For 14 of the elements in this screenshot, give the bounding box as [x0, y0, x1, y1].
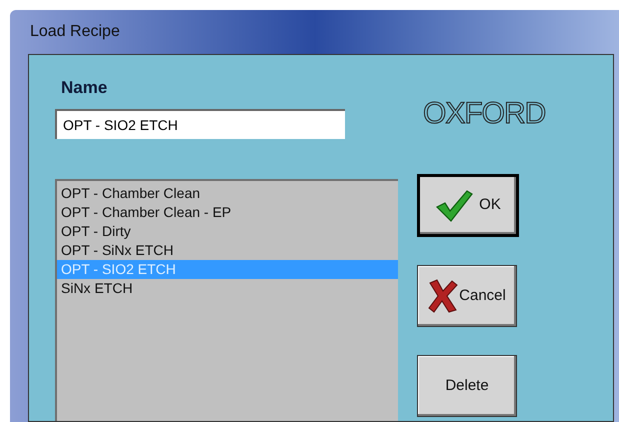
delete-button[interactable]: Delete — [417, 355, 517, 417]
name-label: Name — [61, 77, 108, 99]
recipe-item[interactable]: OPT - SiNx ETCH — [57, 240, 398, 260]
recipe-item[interactable]: OPT - Chamber Clean — [57, 184, 398, 202]
cross-icon — [428, 279, 458, 313]
recipe-item[interactable]: OPT - Dirty — [57, 222, 398, 240]
check-icon — [435, 188, 474, 222]
oxford-logo: OXFORD — [423, 96, 546, 132]
name-field[interactable]: OPT - SIO2 ETCH — [55, 108, 345, 138]
ok-button[interactable]: OK — [417, 174, 519, 237]
recipe-item[interactable]: OPT - Chamber Clean - EP — [57, 202, 398, 222]
cancel-button[interactable]: Cancel — [417, 265, 517, 327]
window-title: Load Recipe — [30, 22, 120, 42]
recipe-item[interactable]: SiNx ETCH — [57, 278, 398, 298]
